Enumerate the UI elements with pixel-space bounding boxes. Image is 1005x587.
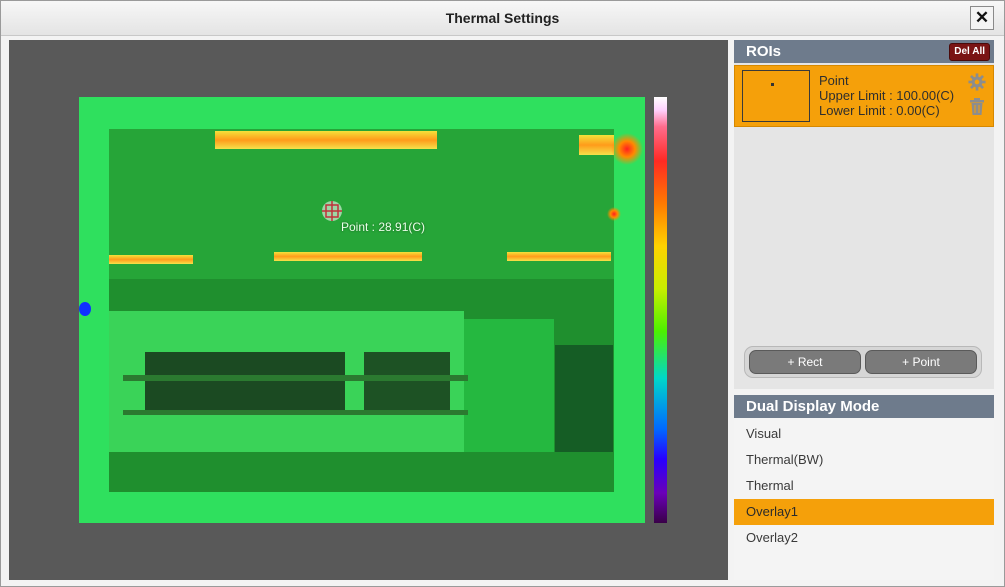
roi-panel: ROIs Del All Point Upper Limit : 100.00(… — [734, 40, 994, 389]
roi-panel-header: ROIs Del All — [734, 40, 994, 63]
roi-panel-title: ROIs — [746, 43, 782, 60]
dual-display-mode-panel: Dual Display Mode Visual Thermal(BW) The… — [734, 395, 994, 580]
display-mode-list: Visual Thermal(BW) Thermal Overlay1 Over… — [734, 421, 994, 551]
dual-display-mode-header: Dual Display Mode — [734, 395, 994, 418]
window-title: Thermal Settings — [445, 10, 560, 26]
point-temperature-label: Point : 28.91(C) — [341, 220, 426, 234]
thermal-overlay-image[interactable]: Point : 28.91(C) — [79, 97, 645, 523]
close-button[interactable]: ✕ — [970, 6, 994, 30]
add-point-button[interactable]: + Point — [865, 350, 977, 374]
gear-icon[interactable] — [968, 73, 986, 91]
add-rect-button[interactable]: + Rect — [749, 350, 861, 374]
display-mode-option[interactable]: Visual — [734, 421, 994, 447]
add-roi-bar: + Rect + Point — [744, 346, 982, 378]
roi-name: Point — [819, 73, 849, 88]
thermal-scene — [79, 97, 645, 523]
display-mode-option-selected[interactable]: Overlay1 — [734, 499, 994, 525]
point-marker[interactable] — [322, 201, 342, 221]
roi-lower-limit: Lower Limit : 0.00(C) — [819, 103, 940, 118]
roi-thumbnail — [742, 70, 810, 122]
trash-icon[interactable] — [969, 98, 985, 115]
roi-details: Point Upper Limit : 100.00(C) Lower Limi… — [819, 73, 954, 118]
roi-list-item[interactable]: Point Upper Limit : 100.00(C) Lower Limi… — [734, 65, 994, 127]
title-bar: Thermal Settings ✕ — [1, 1, 1004, 36]
display-mode-option[interactable]: Thermal(BW) — [734, 447, 994, 473]
roi-upper-limit: Upper Limit : 100.00(C) — [819, 88, 955, 103]
display-mode-option[interactable]: Thermal — [734, 473, 994, 499]
display-mode-option[interactable]: Overlay2 — [734, 525, 994, 551]
thermal-viewer: Point : 28.91(C) — [9, 40, 728, 580]
temperature-color-scale — [654, 97, 667, 523]
roi-point-dot — [771, 83, 774, 86]
thermal-settings-window: Thermal Settings ✕ Point: 28.91(C) ROIs… — [0, 0, 1005, 587]
delete-all-button[interactable]: Del All — [949, 43, 990, 61]
